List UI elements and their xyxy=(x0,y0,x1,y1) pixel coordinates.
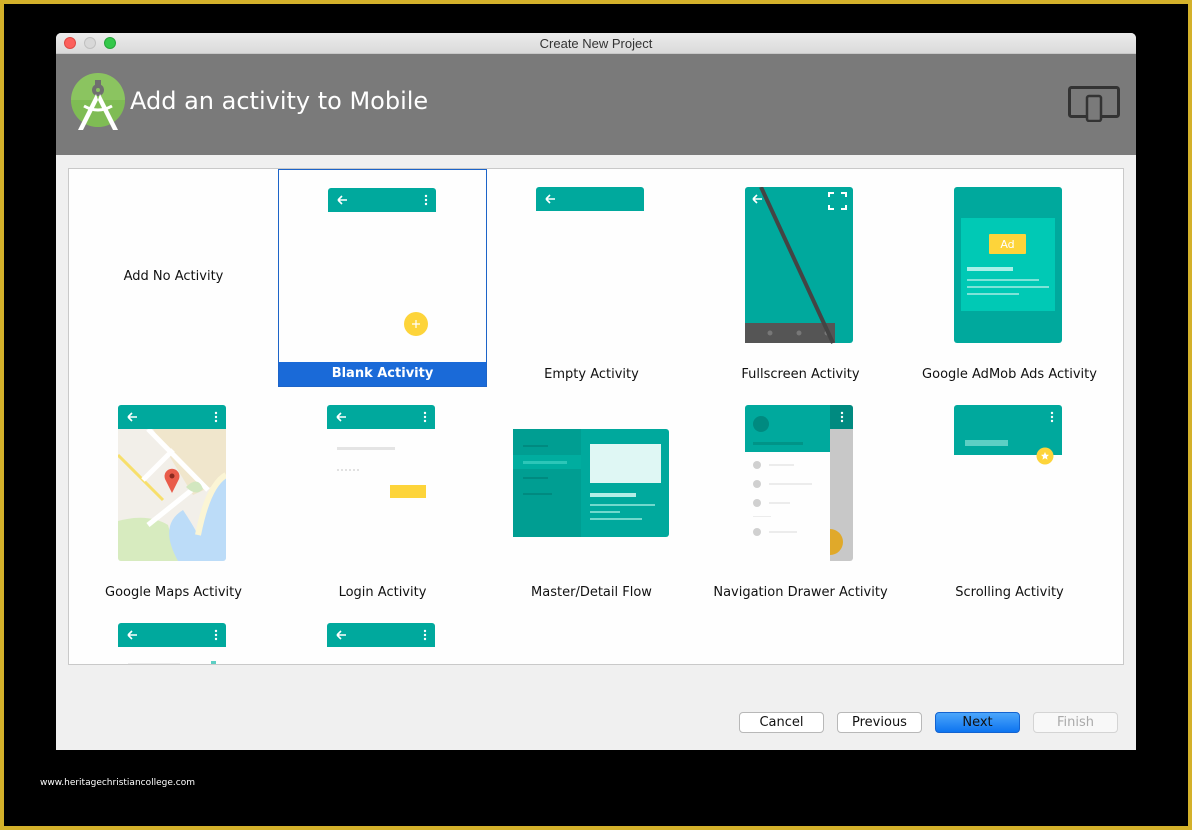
ad-badge: Ad xyxy=(1000,238,1015,251)
activity-gallery: Add No Activity Blank Activity Empty Act… xyxy=(68,168,1124,665)
admob-preview-icon xyxy=(954,187,1062,343)
tile-label: Add No Activity xyxy=(123,269,224,284)
title-bar: Create New Project xyxy=(56,33,1136,54)
create-project-window: Create New Project Add an activity to Mo… xyxy=(56,33,1136,750)
empty-activity-thumbnail xyxy=(487,169,696,359)
tile-empty-activity[interactable]: Empty Activity xyxy=(487,169,696,387)
fullscreen-preview-icon xyxy=(745,187,853,344)
nav-drawer-preview-icon xyxy=(745,405,853,561)
partial-thumbnail xyxy=(278,605,487,664)
tile-fullscreen-activity[interactable]: Fullscreen Activity xyxy=(696,169,905,387)
tile-label: Google AdMob Ads Activity xyxy=(922,367,1097,382)
toolbar-preview-icon xyxy=(118,623,226,664)
tile-scrolling-activity[interactable]: Scrolling Activity xyxy=(905,387,1114,605)
window-title: Create New Project xyxy=(539,36,653,51)
tile-login-activity[interactable]: Login Activity xyxy=(278,387,487,605)
tile-admob-activity[interactable]: Ad Google AdMob Ads Activity xyxy=(905,169,1114,387)
tile-label: Google Maps Activity xyxy=(105,585,242,600)
empty-activity-preview-icon xyxy=(536,187,644,211)
tile-label: Master/Detail Flow xyxy=(531,585,652,600)
tile-partial-2[interactable] xyxy=(278,605,487,664)
tile-google-maps-activity[interactable]: Google Maps Activity xyxy=(69,387,278,605)
nav-drawer-thumbnail xyxy=(696,387,905,577)
tile-blank-activity[interactable]: Blank Activity xyxy=(278,169,487,387)
android-studio-logo-icon xyxy=(71,73,125,130)
tile-add-no-activity[interactable]: Add No Activity xyxy=(69,169,278,387)
master-detail-thumbnail xyxy=(487,387,696,577)
tile-label: Blank Activity xyxy=(279,362,486,386)
blank-activity-thumbnail xyxy=(279,170,486,360)
tile-label: Scrolling Activity xyxy=(955,585,1064,600)
tile-master-detail-flow[interactable]: Master/Detail Flow xyxy=(487,387,696,605)
maps-preview-icon xyxy=(118,405,226,561)
next-button[interactable]: Next xyxy=(935,712,1020,733)
scrolling-preview-icon xyxy=(954,405,1062,465)
partial-thumbnail xyxy=(69,605,278,664)
phone-tablet-icon xyxy=(1068,86,1120,122)
admob-activity-thumbnail: Ad xyxy=(905,169,1114,359)
watermark-text: www.heritagechristiancollege.com xyxy=(40,778,195,788)
cancel-button[interactable]: Cancel xyxy=(739,712,824,733)
tile-label: Login Activity xyxy=(338,585,427,600)
tile-label: Empty Activity xyxy=(544,367,639,382)
login-preview-icon xyxy=(327,405,435,498)
scrolling-activity-thumbnail xyxy=(905,387,1114,577)
master-detail-preview-icon xyxy=(513,429,669,537)
blank-activity-preview-icon xyxy=(328,188,436,336)
login-activity-thumbnail xyxy=(278,387,487,577)
toolbar-preview-icon xyxy=(327,623,435,647)
fullscreen-activity-thumbnail xyxy=(696,169,905,359)
finish-button: Finish xyxy=(1033,712,1118,733)
wizard-header: Add an activity to Mobile xyxy=(56,54,1136,155)
wizard-buttons: Cancel Previous Next Finish xyxy=(739,712,1118,733)
tile-navigation-drawer-activity[interactable]: Navigation Drawer Activity xyxy=(696,387,905,605)
tile-label: Navigation Drawer Activity xyxy=(713,585,888,600)
page-title: Add an activity to Mobile xyxy=(130,87,429,115)
maps-activity-thumbnail xyxy=(69,387,278,577)
tile-label: Fullscreen Activity xyxy=(741,367,860,382)
previous-button[interactable]: Previous xyxy=(837,712,922,733)
tile-partial-1[interactable] xyxy=(69,605,278,664)
